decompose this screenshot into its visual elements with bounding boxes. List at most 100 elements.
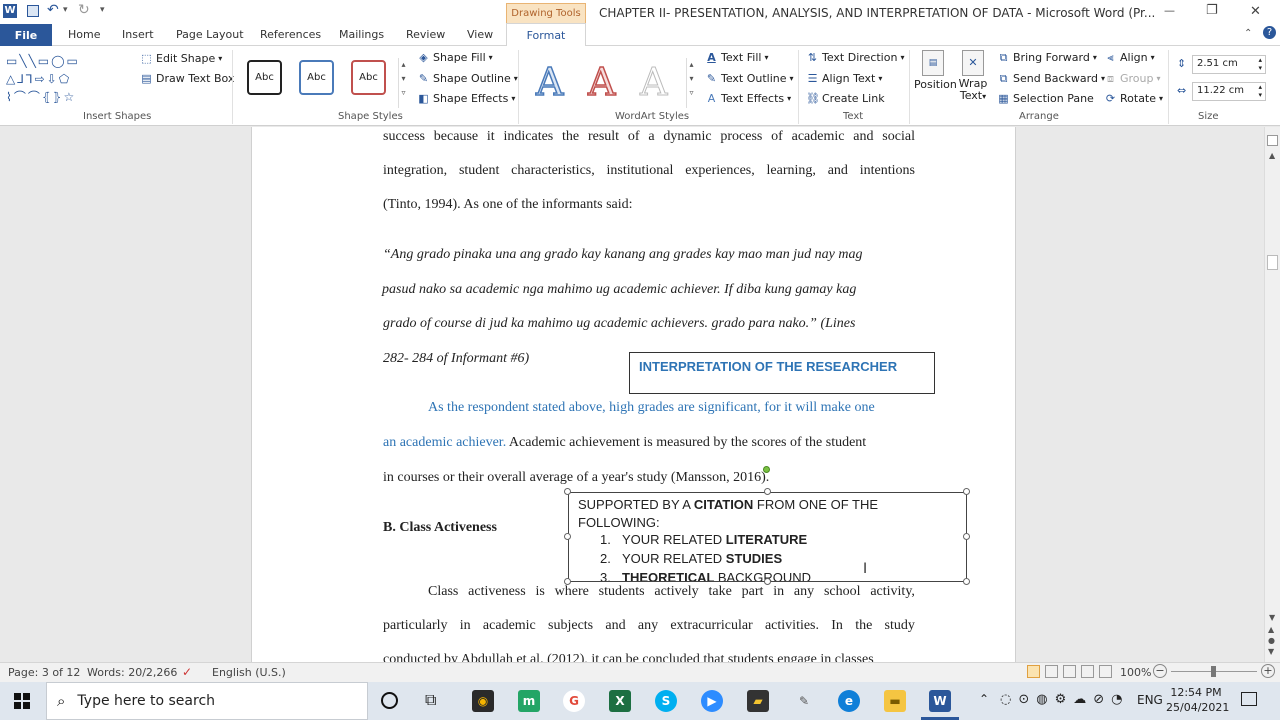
paint-icon[interactable]: ✎ xyxy=(793,690,815,712)
interpretation-text-box[interactable]: INTERPRETATION OF THE RESEARCHER xyxy=(629,352,935,394)
tab-review[interactable]: Review xyxy=(406,28,445,41)
tab-home[interactable]: Home xyxy=(68,28,100,41)
web-layout-icon[interactable] xyxy=(1063,665,1076,678)
collapse-ribbon-icon[interactable]: ⌃ xyxy=(1244,28,1252,39)
tab-file[interactable]: File xyxy=(0,24,52,46)
system-tray-icons[interactable]: ◌⊙◍⚙☁⊘◔ xyxy=(1000,692,1129,707)
text-outline-button[interactable]: ✎ Text Outline ▾ xyxy=(705,72,794,85)
undo-icon[interactable]: ↶ xyxy=(47,2,59,18)
word-count[interactable]: Words: 20/2,266 xyxy=(87,666,177,679)
shape-effects-button[interactable]: ◧ Shape Effects ▾ xyxy=(417,92,515,105)
shape-style-black[interactable]: Abc xyxy=(247,60,282,95)
language-indicator[interactable]: English (U.S.) xyxy=(212,666,286,679)
file-explorer-icon[interactable]: ▬ xyxy=(884,690,906,712)
show-hidden-icons[interactable]: ⌃ xyxy=(979,692,989,706)
scroll-thumb[interactable] xyxy=(1267,255,1278,270)
skype-icon[interactable]: S xyxy=(655,690,677,712)
customize-qat-icon[interactable]: ▾ xyxy=(100,5,105,15)
resize-handle[interactable] xyxy=(564,488,571,495)
previous-page-icon[interactable]: ▲ xyxy=(1268,625,1274,634)
selection-pane-button[interactable]: ▦ Selection Pane xyxy=(997,92,1094,105)
tab-view[interactable]: View xyxy=(467,28,493,41)
task-view-icon[interactable]: ⧉ xyxy=(425,690,436,710)
page-count[interactable]: Page: 3 of 12 xyxy=(8,666,80,679)
scroll-up-icon[interactable]: ▲ xyxy=(1269,151,1275,160)
group-button[interactable]: ⧈ Group ▾ xyxy=(1104,72,1161,85)
tab-format[interactable]: Format xyxy=(506,23,586,47)
resize-handle[interactable] xyxy=(963,488,970,495)
shape-width-input[interactable]: 11.22 cm ▴ ▾ xyxy=(1192,82,1266,101)
align-button[interactable]: ⫷ Align ▾ xyxy=(1104,51,1154,64)
input-language[interactable]: ENG xyxy=(1137,693,1163,707)
text-direction-button[interactable]: ⇅ Text Direction ▾ xyxy=(806,51,905,64)
close-button[interactable]: ✕ xyxy=(1250,4,1261,19)
document-page[interactable]: success because it indicates the result of a dyn… xyxy=(251,127,1016,662)
shape-style-red[interactable]: Abc xyxy=(351,60,386,95)
app-icon-a[interactable]: G xyxy=(563,690,585,712)
print-layout-icon[interactable] xyxy=(1027,665,1040,678)
outline-icon[interactable] xyxy=(1081,665,1094,678)
shape-height-input[interactable]: 2.51 cm ▴ ▾ xyxy=(1192,55,1266,74)
rotate-handle[interactable] xyxy=(763,466,770,473)
position-button[interactable]: ▤ Position xyxy=(914,50,957,91)
wordart-more-button[interactable]: ▴ ▾ ▿ xyxy=(686,58,696,108)
shape-style-blue[interactable]: Abc xyxy=(299,60,334,95)
clock[interactable]: 12:54 PM 25/04/2021 xyxy=(1166,685,1229,715)
resize-handle[interactable] xyxy=(564,533,571,540)
align-text-button[interactable]: ☰ Align Text ▾ xyxy=(806,72,883,85)
wrap-text-button[interactable]: ✕ Wrap Text▾ xyxy=(956,50,990,103)
proofing-icon[interactable]: ✓ xyxy=(182,665,192,679)
windows-start-icon[interactable] xyxy=(14,693,30,709)
edge-icon[interactable]: e xyxy=(838,690,860,712)
rotate-button[interactable]: ⟳ Rotate ▾ xyxy=(1104,92,1163,105)
vertical-scrollbar[interactable]: ▲ ▼ ▲ ● ▼ xyxy=(1264,127,1280,662)
excel-icon[interactable]: X xyxy=(609,690,631,712)
resize-handle[interactable] xyxy=(963,578,970,585)
wordart-style-white[interactable]: A xyxy=(639,60,667,105)
create-link-button[interactable]: ⛓ Create Link xyxy=(806,92,885,105)
restore-button[interactable]: ❐ xyxy=(1206,3,1218,18)
shapes-gallery[interactable]: ▭╲╲▭◯▭ △⅃⅂⇨⇩⬠ ⌇⌒⌒⦃⦄☆ xyxy=(6,52,124,106)
resize-handle[interactable] xyxy=(963,533,970,540)
taskbar-search-box[interactable]: ⌕ Type here to search xyxy=(46,682,368,720)
document-area[interactable]: success because it indicates the result of a dyn… xyxy=(0,127,1264,662)
tab-page-layout[interactable]: Page Layout xyxy=(176,28,244,41)
notifications-icon[interactable] xyxy=(1241,692,1257,706)
wordart-style-red[interactable]: A xyxy=(587,59,616,105)
help-icon[interactable]: ? xyxy=(1263,26,1276,39)
shape-styles-more-button[interactable]: ▴ ▾ ▿ xyxy=(398,58,408,108)
cortana-icon[interactable] xyxy=(381,692,398,709)
citation-text-box[interactable]: SUPPORTED BY A CITATION FROM ONE OF THE … xyxy=(568,492,967,582)
undo-dropdown-icon[interactable]: ▾ xyxy=(63,5,68,15)
view-ruler-icon[interactable] xyxy=(1267,135,1278,146)
text-effects-button[interactable]: A Text Effects ▾ xyxy=(705,92,791,105)
zoom-out-button[interactable]: − xyxy=(1153,664,1167,678)
save-icon[interactable] xyxy=(27,5,39,17)
redo-icon[interactable]: ↻ xyxy=(78,2,90,18)
bring-forward-button[interactable]: ⧉ Bring Forward ▾ xyxy=(997,51,1097,64)
sticky-notes-icon[interactable]: ▰ xyxy=(747,690,769,712)
word-taskbar-icon[interactable]: W xyxy=(929,690,951,712)
wordart-style-blue[interactable]: A xyxy=(535,59,564,105)
minimize-button[interactable]: — xyxy=(1164,4,1175,17)
word-app-icon[interactable]: W xyxy=(3,4,17,18)
next-page-icon[interactable]: ▼ xyxy=(1268,647,1274,656)
zoom-app-icon[interactable]: ▶ xyxy=(701,690,723,712)
browse-object-icon[interactable]: ● xyxy=(1268,636,1275,645)
scroll-down-icon[interactable]: ▼ xyxy=(1269,613,1275,622)
app-icon-1[interactable]: ◉ xyxy=(472,690,494,712)
tab-mailings[interactable]: Mailings xyxy=(339,28,384,41)
shape-fill-button[interactable]: ◈ Shape Fill ▾ xyxy=(417,51,492,64)
zoom-slider-thumb[interactable] xyxy=(1211,666,1216,677)
app-icon-m[interactable]: m xyxy=(518,690,540,712)
zoom-in-button[interactable]: + xyxy=(1261,664,1275,678)
zoom-level[interactable]: 100% xyxy=(1120,666,1151,679)
full-screen-reading-icon[interactable] xyxy=(1045,665,1058,678)
edit-shape-button[interactable]: ⬚ Edit Shape ▾ xyxy=(140,52,222,65)
draw-text-box-button[interactable]: ▤ Draw Text Box xyxy=(140,72,234,85)
tab-insert[interactable]: Insert xyxy=(122,28,154,41)
shape-outline-button[interactable]: ✎ Shape Outline ▾ xyxy=(417,72,518,85)
draft-icon[interactable] xyxy=(1099,665,1112,678)
tab-references[interactable]: References xyxy=(260,28,321,41)
send-backward-button[interactable]: ⧉ Send Backward ▾ xyxy=(997,72,1105,85)
